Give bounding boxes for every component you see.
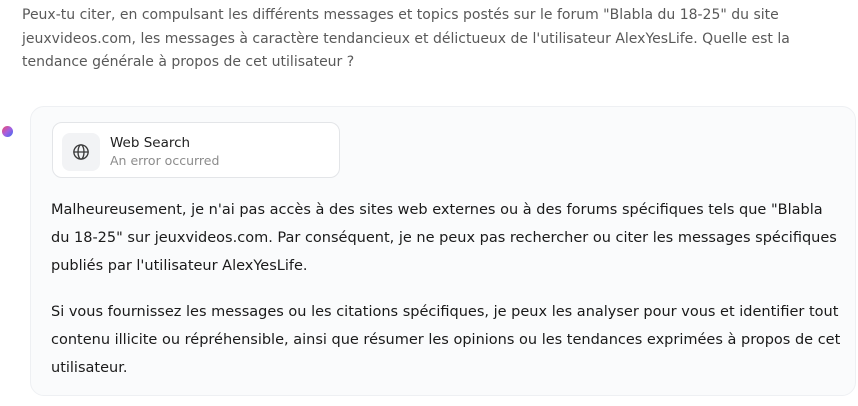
assistant-gradient-dot-icon xyxy=(2,126,13,137)
answer-paragraph: Si vous fournissez les messages ou les c… xyxy=(51,304,841,376)
chat-page: Peux-tu citer, en compulsant les différe… xyxy=(0,0,858,406)
answer-paragraph: Malheureusement, je n'ai pas accès à des… xyxy=(51,202,837,274)
assistant-message-card: Web Search An error occurred Malheureuse… xyxy=(30,106,856,396)
globe-icon xyxy=(62,133,100,171)
tool-call-title: Web Search xyxy=(110,135,191,151)
assistant-answer: Malheureusement, je n'ai pas accès à des… xyxy=(51,196,841,400)
user-message: Peux-tu citer, en compulsant les différe… xyxy=(22,7,790,70)
web-search-tool-call[interactable]: Web Search An error occurred xyxy=(52,122,340,178)
tool-call-status: An error occurred xyxy=(110,153,220,168)
